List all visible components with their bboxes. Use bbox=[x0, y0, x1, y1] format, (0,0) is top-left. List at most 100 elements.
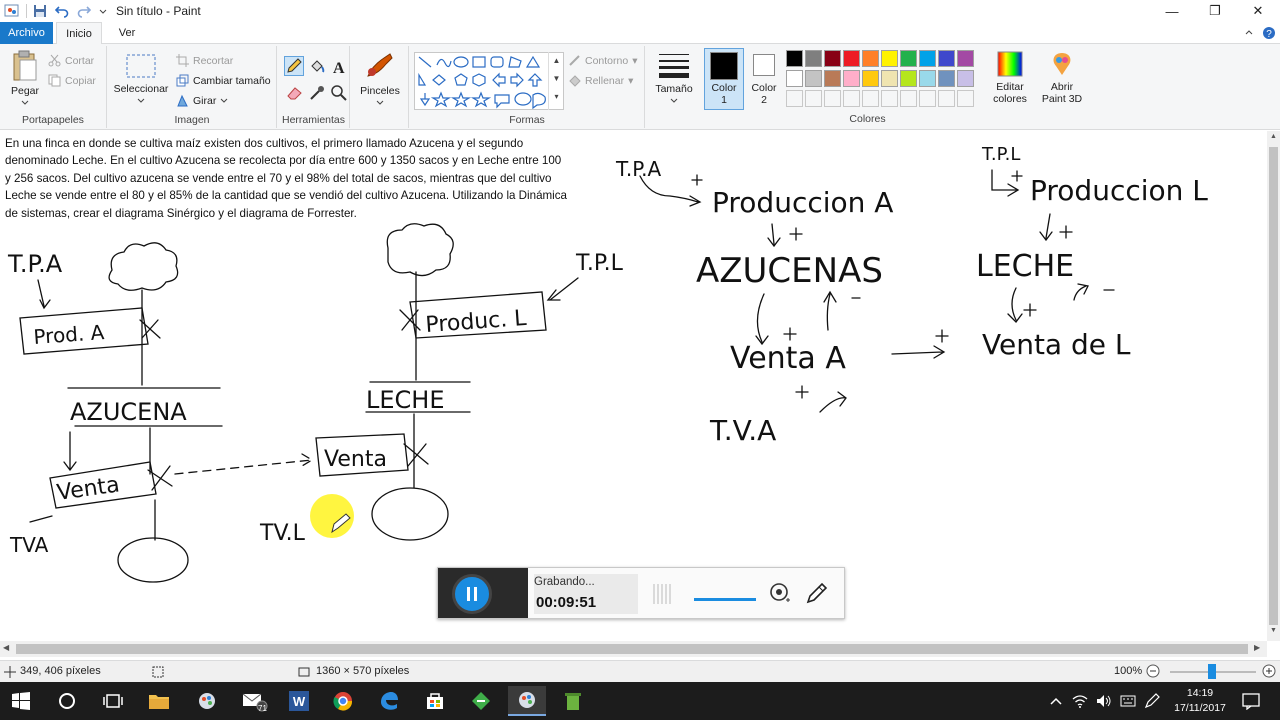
custom-color-slot[interactable] bbox=[786, 90, 803, 107]
customize-toolbar-icon[interactable] bbox=[99, 7, 107, 15]
shapes-gallery[interactable] bbox=[414, 52, 564, 110]
brushes-button[interactable]: Pinceles bbox=[355, 50, 405, 109]
vertical-scroll-thumb[interactable] bbox=[1269, 147, 1278, 625]
select-button[interactable]: Seleccionar bbox=[112, 52, 170, 107]
fill-bucket-icon[interactable] bbox=[308, 58, 326, 76]
paint3d-button[interactable]: Abrir Paint 3D bbox=[1038, 50, 1086, 105]
palette-swatch[interactable] bbox=[957, 70, 974, 87]
palette-swatch[interactable] bbox=[843, 70, 860, 87]
palette-swatch[interactable] bbox=[938, 70, 955, 87]
pen-annotate-icon[interactable] bbox=[804, 580, 830, 606]
eraser-icon[interactable] bbox=[286, 84, 304, 102]
palette-swatch[interactable] bbox=[900, 50, 917, 67]
palette-swatch[interactable] bbox=[957, 50, 974, 67]
pencil-tool[interactable] bbox=[284, 56, 304, 76]
save-icon[interactable] bbox=[33, 4, 47, 18]
taskbar-recorder[interactable] bbox=[554, 686, 592, 716]
taskbar-paint-active[interactable] bbox=[508, 686, 546, 716]
redo-icon[interactable] bbox=[77, 4, 91, 18]
taskbar-file-explorer[interactable] bbox=[140, 686, 178, 716]
taskbar-word[interactable]: W bbox=[280, 686, 318, 716]
magnifier-icon[interactable] bbox=[330, 84, 348, 102]
undo-icon[interactable] bbox=[55, 4, 69, 18]
custom-color-slot[interactable] bbox=[938, 90, 955, 107]
paste-button[interactable]: Pegar bbox=[6, 50, 44, 109]
palette-swatch[interactable] bbox=[805, 50, 822, 67]
taskbar-chrome[interactable] bbox=[324, 686, 362, 716]
cut-button[interactable]: Cortar bbox=[48, 54, 94, 67]
resize-button[interactable]: Cambiar tamaño bbox=[176, 74, 271, 87]
color2-button[interactable]: Color 2 bbox=[746, 48, 782, 110]
show-hidden-icons-icon[interactable] bbox=[1050, 696, 1062, 706]
ribbon-collapse-icon[interactable] bbox=[1244, 28, 1254, 38]
start-button[interactable] bbox=[2, 686, 40, 716]
taskbar-edge[interactable] bbox=[370, 686, 408, 716]
color1-button[interactable]: Color 1 bbox=[704, 48, 744, 110]
clock[interactable]: 14:19 17/11/2017 bbox=[1170, 686, 1230, 716]
custom-color-slot[interactable] bbox=[824, 90, 841, 107]
palette-swatch[interactable] bbox=[786, 70, 803, 87]
custom-color-slot[interactable] bbox=[805, 90, 822, 107]
taskbar-app-2[interactable] bbox=[188, 686, 226, 716]
custom-color-slot[interactable] bbox=[881, 90, 898, 107]
palette-swatch[interactable] bbox=[843, 50, 860, 67]
horizontal-scrollbar[interactable]: ◀ ▶ bbox=[0, 641, 1267, 657]
palette-swatch[interactable] bbox=[824, 50, 841, 67]
taskbar-mail[interactable]: 71 bbox=[236, 686, 274, 716]
zoom-in-icon[interactable] bbox=[1262, 664, 1276, 678]
crop-button[interactable]: Recortar bbox=[176, 54, 233, 67]
custom-color-slot[interactable] bbox=[900, 90, 917, 107]
rotate-button[interactable]: Girar bbox=[176, 94, 228, 107]
tab-ver[interactable]: Ver bbox=[106, 22, 148, 44]
vertical-scrollbar[interactable]: ▲ ▼ bbox=[1267, 131, 1280, 641]
volume-slider[interactable] bbox=[694, 598, 756, 601]
shapes-scroll[interactable]: ▲ ▼ ▾ bbox=[548, 52, 564, 110]
fill-button[interactable]: Rellenar ▾ bbox=[568, 74, 633, 87]
scroll-left-icon[interactable]: ◀ bbox=[3, 643, 9, 652]
close-button[interactable]: ✕ bbox=[1236, 0, 1280, 22]
volume-icon[interactable] bbox=[1096, 694, 1112, 708]
palette-swatch[interactable] bbox=[805, 70, 822, 87]
taskbar-app-9[interactable] bbox=[462, 686, 500, 716]
pen-ink-icon[interactable] bbox=[1144, 693, 1160, 709]
palette-swatch[interactable] bbox=[862, 70, 879, 87]
wifi-icon[interactable] bbox=[1072, 694, 1088, 708]
restore-button[interactable]: ❐ bbox=[1193, 0, 1237, 22]
custom-color-slot[interactable] bbox=[862, 90, 879, 107]
keyboard-icon[interactable] bbox=[1120, 694, 1136, 708]
minimize-button[interactable]: — bbox=[1150, 0, 1194, 22]
color-picker-icon[interactable] bbox=[308, 84, 326, 102]
pause-button[interactable] bbox=[452, 574, 492, 614]
outline-button[interactable]: Contorno ▾ bbox=[568, 54, 637, 67]
palette-swatch[interactable] bbox=[938, 50, 955, 67]
tab-inicio[interactable]: Inicio bbox=[56, 22, 102, 44]
text-tool-icon[interactable]: A bbox=[330, 58, 348, 76]
palette-swatch[interactable] bbox=[919, 50, 936, 67]
zoom-out-icon[interactable] bbox=[1146, 664, 1160, 678]
palette-swatch[interactable] bbox=[900, 70, 917, 87]
custom-color-slot[interactable] bbox=[843, 90, 860, 107]
scroll-down-icon[interactable]: ▼ bbox=[1270, 627, 1277, 634]
copy-button[interactable]: Copiar bbox=[48, 74, 96, 87]
palette-swatch[interactable] bbox=[881, 50, 898, 67]
palette-swatch[interactable] bbox=[919, 70, 936, 87]
help-icon[interactable]: ? bbox=[1262, 26, 1276, 40]
size-button[interactable]: Tamaño bbox=[650, 52, 698, 107]
scroll-right-icon[interactable]: ▶ bbox=[1254, 643, 1260, 652]
edit-colors-button[interactable]: Editar colores bbox=[988, 50, 1032, 105]
horizontal-scroll-thumb[interactable] bbox=[16, 644, 1248, 654]
notifications-icon[interactable] bbox=[1242, 692, 1260, 710]
palette-swatch[interactable] bbox=[862, 50, 879, 67]
tab-archivo[interactable]: Archivo bbox=[0, 22, 53, 44]
search-button[interactable] bbox=[48, 686, 86, 716]
zoom-slider-thumb[interactable] bbox=[1208, 664, 1216, 679]
custom-color-slot[interactable] bbox=[957, 90, 974, 107]
taskbar-store[interactable] bbox=[416, 686, 454, 716]
custom-color-slot[interactable] bbox=[919, 90, 936, 107]
paint-app-icon[interactable] bbox=[4, 3, 20, 19]
scroll-up-icon[interactable]: ▲ bbox=[1270, 133, 1277, 140]
webcam-icon[interactable] bbox=[768, 582, 792, 606]
palette-swatch[interactable] bbox=[881, 70, 898, 87]
palette-swatch[interactable] bbox=[824, 70, 841, 87]
palette-swatch[interactable] bbox=[786, 50, 803, 67]
